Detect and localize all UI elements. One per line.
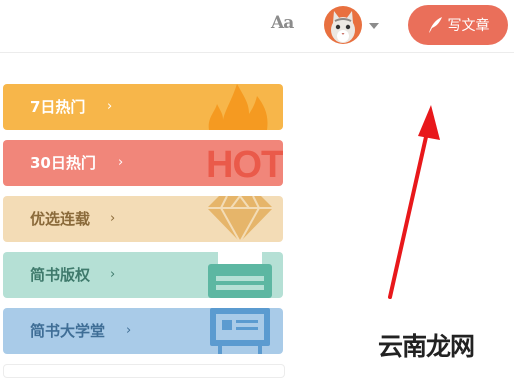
diamond-icon xyxy=(207,196,273,242)
chevron-down-icon[interactable] xyxy=(369,23,379,29)
board-card-jianshu-university[interactable]: 简书大学堂 › xyxy=(3,308,283,354)
board-card-label: 简书大学堂 xyxy=(30,322,106,340)
board-card-label: 30日热门 xyxy=(30,154,96,172)
write-article-button[interactable]: 写文章 xyxy=(408,5,508,45)
red-arrow-annotation xyxy=(388,105,440,299)
top-navbar: Aa 写文章 xyxy=(0,0,514,53)
board-card-30day-hot[interactable]: 30日热门 › HOT xyxy=(3,140,283,186)
cat-avatar-icon xyxy=(331,11,355,43)
write-button-label: 写文章 xyxy=(447,18,490,34)
board-card-label: 优选连载 xyxy=(30,210,91,228)
quill-pen-icon xyxy=(428,17,442,33)
watermark-text: 云南龙网 xyxy=(378,332,475,361)
flame-icon xyxy=(208,84,268,130)
font-size-toggle[interactable]: Aa xyxy=(271,13,294,33)
board-card-label: 简书版权 xyxy=(30,266,91,284)
chevron-right-icon: › xyxy=(110,267,116,282)
hot-text-icon: HOT xyxy=(206,144,283,186)
avatar[interactable] xyxy=(324,6,362,44)
typewriter-icon xyxy=(208,252,272,298)
board-card-copyright[interactable]: 简书版权 › xyxy=(3,252,283,298)
board-card-label: 7日热门 xyxy=(30,98,86,116)
chevron-right-icon: › xyxy=(110,211,116,226)
board-card-7day-hot[interactable]: 7日热门 › xyxy=(3,84,283,130)
blackboard-icon xyxy=(210,308,270,354)
chevron-right-icon: › xyxy=(107,99,113,114)
board-card-partial[interactable] xyxy=(3,364,285,378)
board-card-featured-serial[interactable]: 优选连载 › xyxy=(3,196,283,242)
chevron-right-icon: › xyxy=(118,155,124,170)
chevron-right-icon: › xyxy=(126,323,132,338)
